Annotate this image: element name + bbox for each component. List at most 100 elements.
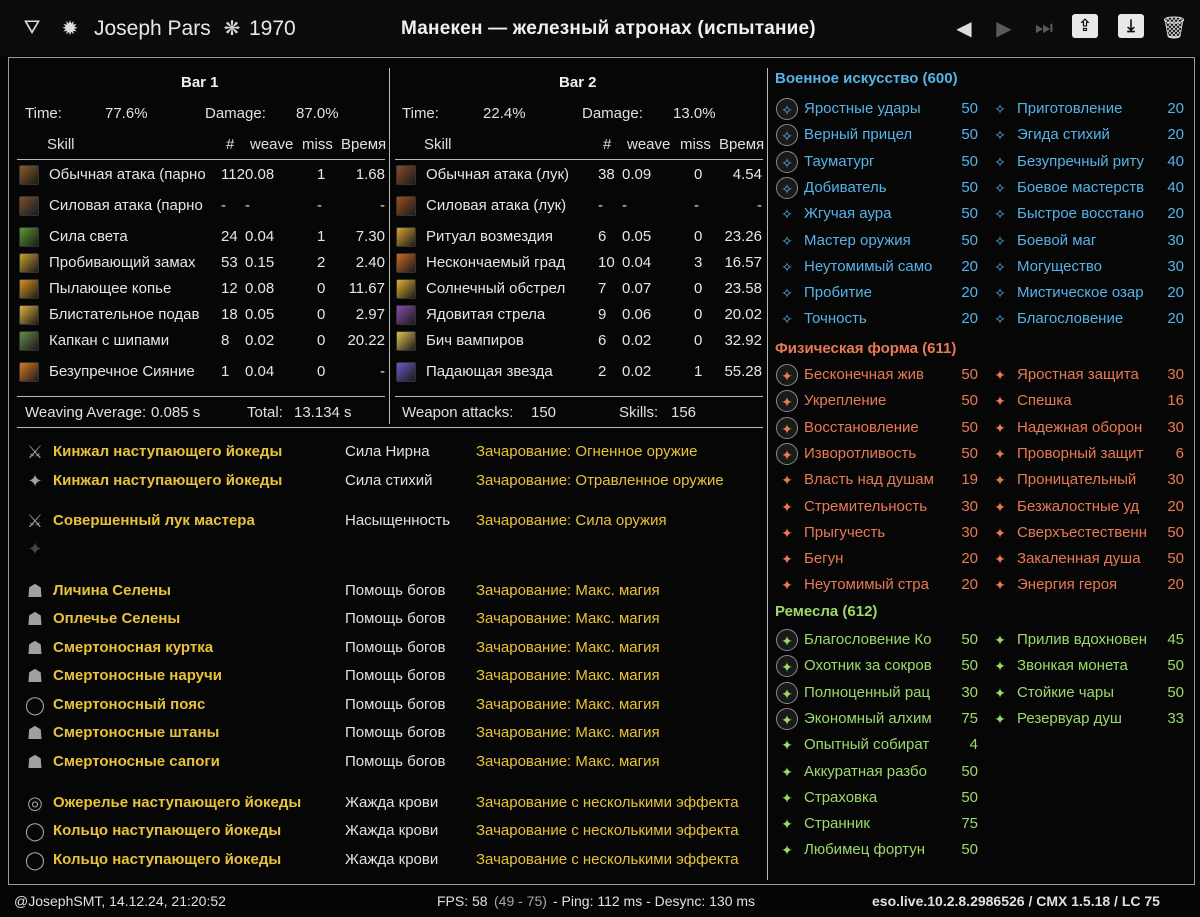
cp-star-row[interactable]: ✦ Благословение Ко 50 [776, 628, 981, 654]
gear-row[interactable]: ☗ Оплечье Селены Помощь богов Зачарование: … [23, 607, 763, 633]
cp-star-row[interactable]: ✦ Полноценный рац 30 [776, 681, 981, 707]
cp-star-row[interactable]: ✦ Резервуар душ 33 [989, 707, 1194, 733]
cp-star-row[interactable]: ✦ Изворотливость 50 [776, 442, 981, 468]
cp-star-row[interactable]: ✧ Верный прицел 50 [776, 123, 981, 149]
cp-star-row[interactable]: ✧ Могущество 30 [989, 255, 1194, 281]
cp-star-row[interactable]: ✦ Экономный алхим 75 [776, 707, 981, 733]
skill-count: 6 [598, 228, 607, 245]
cp-star-row[interactable]: ✦ Странник 75 [776, 812, 981, 838]
cp-star-name: Прилив вдохновен [1017, 631, 1148, 648]
gear-trait: Жажда крови [345, 851, 439, 868]
cp-star-row[interactable]: ✦ Прыгучесть 30 [776, 521, 981, 547]
cp-star-row[interactable]: ✧ Тауматург 50 [776, 150, 981, 176]
cp-star-name: Могущество [1017, 258, 1103, 275]
bar1-footer-divider [17, 396, 385, 397]
champion-points-icon: ❋ [223, 17, 241, 40]
cp-star-row[interactable]: ✦ Энергия героя 20 [989, 573, 1194, 599]
cp-star-row[interactable]: ✦ Сверхъестественн 50 [989, 521, 1194, 547]
cp-star-row[interactable]: ✦ Охотник за сокров 50 [776, 654, 981, 680]
bar2-skill-row: Падающая звезда 2 0.02 1 55.28 [396, 360, 764, 386]
gear-row[interactable]: ⚔ Совершенный лук мастера Насыщенность Зача… [23, 509, 763, 535]
cp-star-row[interactable]: ✧ Мастер оружия 50 [776, 229, 981, 255]
cp-star-row[interactable]: ✦ Проницательный 30 [989, 468, 1194, 494]
cp-star-row[interactable]: ✧ Быстрое восстано 20 [989, 202, 1194, 228]
bar1-col-count: # [226, 136, 235, 153]
cp-star-row[interactable]: ✦ Проворный защит 6 [989, 442, 1194, 468]
slotted-star-icon: ✦ [776, 364, 798, 386]
skill-count: 112 [221, 166, 245, 183]
cp-star-row[interactable]: ✦ Восстановление 50 [776, 416, 981, 442]
previous-fight-icon[interactable]: ◀ [950, 14, 978, 42]
cp-star-row[interactable]: ✧ Неутомимый само 20 [776, 255, 981, 281]
next-fight-icon[interactable]: ▶ [990, 14, 1018, 42]
cp-star-row[interactable]: ✦ Стремительность 30 [776, 495, 981, 521]
skill-count: 9 [598, 306, 607, 323]
cp-star-value: 50 [961, 419, 978, 436]
gear-row[interactable]: ◯ Кольцо наступающего йокеды Жажда крови За… [23, 848, 763, 874]
gear-row[interactable]: ☗ Личина Селены Помощь богов Зачарование: М… [23, 579, 763, 605]
gear-item-name: Смертоносные наручи [53, 667, 222, 684]
cp-star-row[interactable]: ✦ Аккуратная разбо 50 [776, 760, 981, 786]
gear-row[interactable]: ☗ Смертоносная куртка Помощь богов Зачарова… [23, 636, 763, 662]
cp-star-value: 20 [961, 284, 978, 301]
cp-star-name: Приготовление [1017, 100, 1123, 117]
cp-star-row[interactable]: ✦ Звонкая монета 50 [989, 654, 1194, 680]
cp-star-row[interactable]: ✦ Любимец фортун 50 [776, 838, 981, 864]
cp-star-row[interactable]: ✦ Неутомимый стра 20 [776, 573, 981, 599]
skill-count: 1 [221, 363, 230, 380]
cp-star-name: Резервуар душ [1017, 710, 1122, 727]
cp-star-row[interactable]: ✧ Боевой маг 30 [989, 229, 1194, 255]
cp-star-row[interactable]: ✧ Точность 20 [776, 307, 981, 333]
star-icon: ✧ [994, 233, 1006, 249]
gear-row[interactable]: ⚔ Кинжал наступающего йокеды Сила Нирна Зач… [23, 440, 763, 466]
cp-star-row[interactable]: ✦ Укрепление 50 [776, 389, 981, 415]
cp-star-row[interactable]: ✦ Бегун 20 [776, 547, 981, 573]
cp-star-value: 40 [1167, 153, 1184, 170]
cp-star-row[interactable]: ✧ Жгучая аура 50 [776, 202, 981, 228]
cp-star-row[interactable]: ✦ Бесконечная жив 50 [776, 363, 981, 389]
cp-star-row[interactable]: ✦ Надежная оборон 30 [989, 416, 1194, 442]
dagger-icon: ⚔ [26, 442, 44, 462]
cp-star-row[interactable]: ✦ Опытный собират 4 [776, 733, 981, 759]
gear-row[interactable]: ☗ Смертоносные наручи Помощь богов Зачарова… [23, 664, 763, 690]
gear-row[interactable]: ◯ Смертоносный пояс Помощь богов Зачаровани… [23, 693, 763, 719]
cp-star-row[interactable]: ✦ Прилив вдохновен 45 [989, 628, 1194, 654]
gear-row[interactable]: ✦ [23, 537, 763, 563]
trash-icon[interactable]: 🗑 [1160, 14, 1188, 42]
skill-miss: 0 [694, 228, 703, 245]
cp-star-row[interactable]: ✧ Добиватель 50 [776, 176, 981, 202]
cp-star-row[interactable]: ✧ Благословение 20 [989, 307, 1194, 333]
skill-name: Блистательное подав [49, 306, 200, 323]
skill-icon [396, 165, 416, 185]
gear-trait: Помощь богов [345, 724, 446, 741]
cp-star-row[interactable]: ✧ Безупречный риту 40 [989, 150, 1194, 176]
skill-weave: 0.05 [622, 228, 652, 245]
gear-row[interactable]: ◯ Кольцо наступающего йокеды Жажда крови За… [23, 819, 763, 845]
cp-star-row[interactable]: ✧ Пробитие 20 [776, 281, 981, 307]
cp-star-row[interactable]: ✦ Закаленная душа 50 [989, 547, 1194, 573]
cp-star-row[interactable]: ✧ Яростные удары 50 [776, 97, 981, 123]
gear-row[interactable]: ✦ Кинжал наступающего йокеды Сила стихий За… [23, 469, 763, 495]
star-icon: ✧ [994, 285, 1006, 301]
gear-row[interactable]: ☗ Смертоносные сапоги Помощь богов Зачарова… [23, 750, 763, 776]
bar1-title: Bar 1 [181, 74, 219, 91]
cp-star-row[interactable]: ✧ Боевое мастерств 40 [989, 176, 1194, 202]
skill-weave: 0.09 [622, 166, 652, 183]
gear-row[interactable]: ☗ Смертоносные штаны Помощь богов Зачарован… [23, 721, 763, 747]
skill-weave: 0.07 [622, 280, 652, 297]
skill-weave: - [622, 197, 627, 214]
cp-star-row[interactable]: ✦ Безжалостные уд 20 [989, 495, 1194, 521]
cp-star-row[interactable]: ✦ Стойкие чары 50 [989, 681, 1194, 707]
cp-star-row[interactable]: ✦ Власть над душам 19 [776, 468, 981, 494]
cp-star-row[interactable]: ✧ Приготовление 20 [989, 97, 1194, 123]
cp-star-row[interactable]: ✧ Эгида стихий 20 [989, 123, 1194, 149]
cp-star-row[interactable]: ✦ Спешка 16 [989, 389, 1194, 415]
cp-star-row[interactable]: ✦ Страховка 50 [776, 786, 981, 812]
upload-icon[interactable]: ⇪ [1072, 14, 1098, 38]
gear-row[interactable]: ◎ Ожерелье наступающего йокеды Жажда крови… [23, 791, 763, 817]
last-fight-icon[interactable]: ⏭ [1030, 14, 1058, 42]
gear-item-name: Личина Селены [53, 582, 171, 599]
cp-star-row[interactable]: ✦ Яростная защита 30 [989, 363, 1194, 389]
save-icon[interactable]: ⤓ [1118, 14, 1144, 38]
cp-star-row[interactable]: ✧ Мистическое озар 20 [989, 281, 1194, 307]
